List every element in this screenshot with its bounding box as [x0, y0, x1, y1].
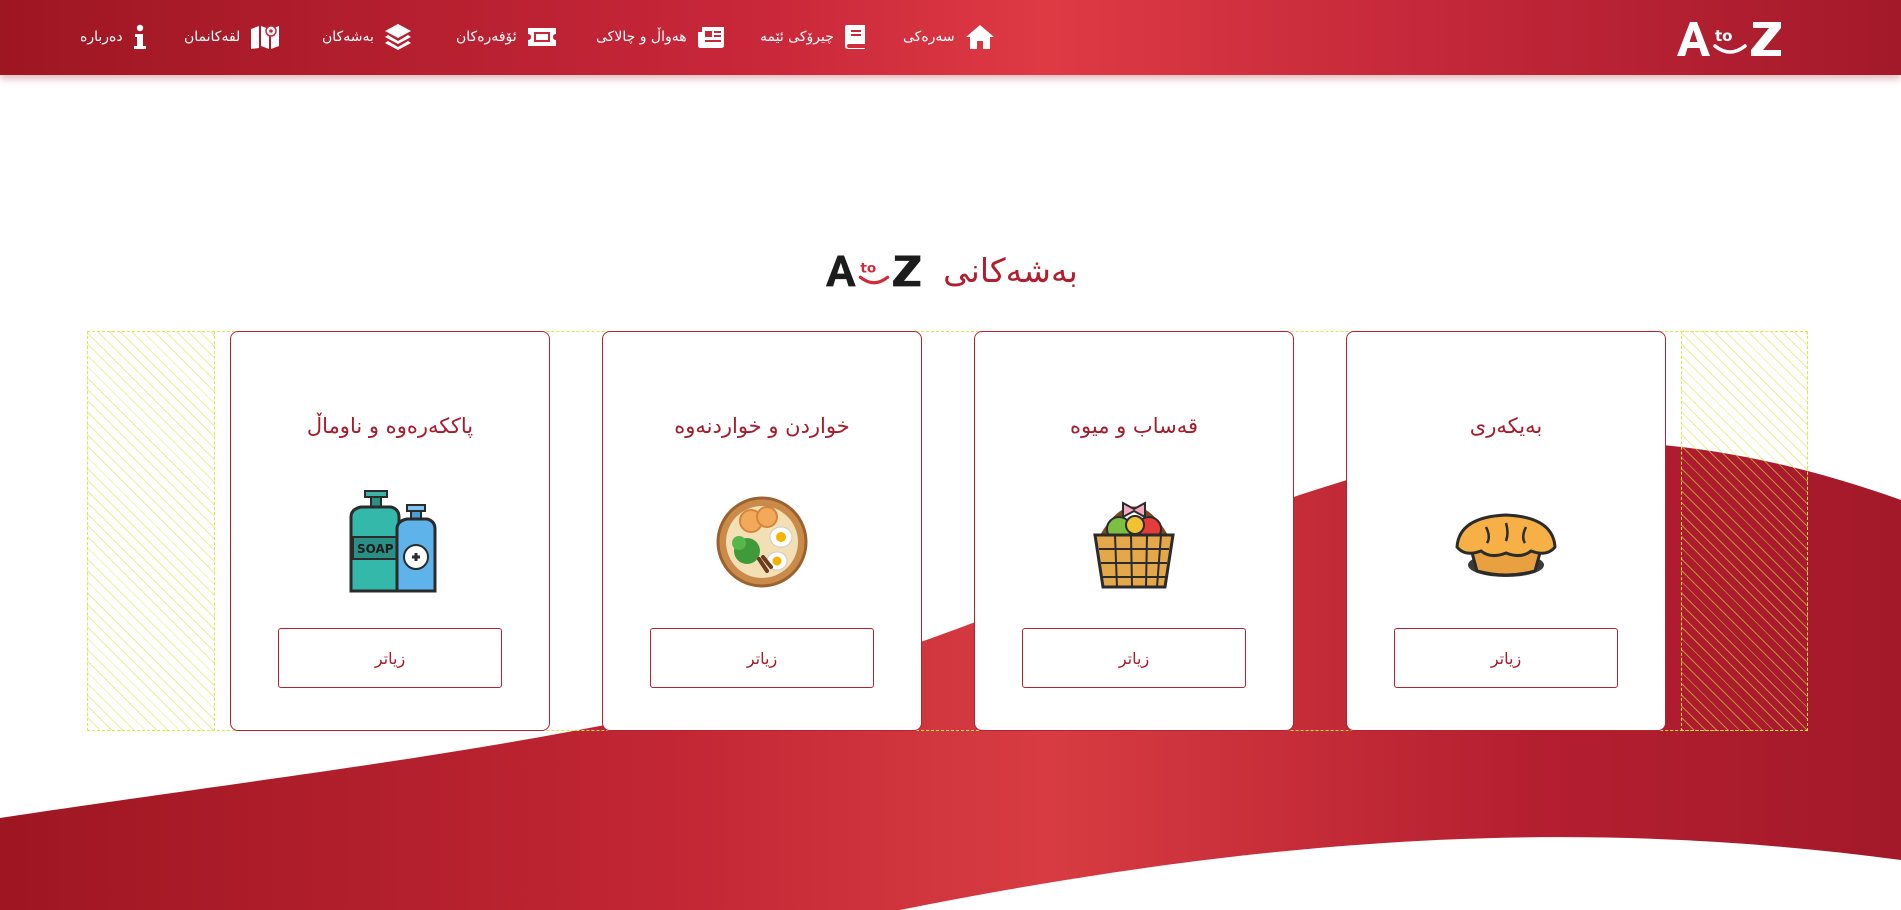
nav-departments[interactable]: بەشەکان	[322, 18, 412, 56]
nav-home[interactable]: سەرەکی	[903, 18, 995, 56]
svg-text:to: to	[1715, 27, 1732, 45]
card-title: خواردن و خواردنەوە	[674, 414, 850, 438]
card-title: پاککەرەوە و ناوماڵ	[306, 414, 474, 438]
nav-home-label: سەرەکی	[903, 29, 955, 45]
nav-branches-label: لقەکانمان	[184, 29, 241, 45]
department-card-bakery: بەیکەری زیاتر	[1346, 331, 1666, 731]
nav-news-label: هەواڵ و چالاکی	[596, 29, 687, 45]
more-button[interactable]: زیاتر	[650, 628, 874, 688]
nav-about[interactable]: دەربارە	[80, 18, 147, 56]
nav-branches[interactable]: لقەکانمان	[184, 18, 280, 56]
more-button[interactable]: زیاتر	[1022, 628, 1246, 688]
card-title: قەساب و میوە	[1070, 414, 1198, 438]
food-bowl-icon	[716, 496, 808, 588]
carousel-prev-area[interactable]	[87, 331, 215, 731]
carousel-next-area[interactable]	[1681, 331, 1808, 731]
atoz-logo-dark: to	[825, 255, 921, 287]
home-icon	[965, 25, 994, 49]
ticket-icon	[527, 28, 556, 46]
more-button[interactable]: زیاتر	[278, 628, 502, 688]
section-title: بەشەکانی	[943, 250, 1078, 290]
department-card-butcher-fruit: قەساب و میوە زیاتر	[974, 331, 1294, 731]
nav-offers-label: ئۆفەرەکان	[456, 29, 517, 45]
map-icon	[251, 25, 280, 49]
svg-text:to: to	[861, 261, 877, 277]
info-icon	[133, 24, 146, 49]
departments-heading: to بەشەکانی	[0, 240, 1901, 300]
nav-our-story[interactable]: چیرۆکی ئێمە	[760, 18, 866, 56]
department-card-food-drinks: خواردن و خواردنەوە زیاتر	[602, 331, 922, 731]
layers-icon	[384, 24, 411, 50]
atoz-logo[interactable]: to	[1675, 16, 1785, 60]
svg-text:SOAP: SOAP	[357, 542, 394, 556]
department-card-cleaning-household: پاککەرەوە و ناوماڵ SOAP زیاتر	[230, 331, 550, 731]
nav-about-label: دەربارە	[80, 29, 123, 45]
card-title: بەیکەری	[1469, 414, 1543, 438]
pie-icon	[1455, 513, 1557, 577]
soap-bottles-icon: SOAP	[349, 490, 437, 593]
more-button[interactable]: زیاتر	[1394, 628, 1618, 688]
nav-news[interactable]: هەواڵ و چالاکی	[596, 18, 725, 56]
book-icon	[844, 25, 865, 49]
nav-our-story-label: چیرۆکی ئێمە	[760, 29, 834, 45]
nav-departments-label: بەشەکان	[322, 29, 374, 45]
nav-offers[interactable]: ئۆفەرەکان	[456, 18, 557, 56]
fruit-basket-icon	[1093, 501, 1175, 589]
top-navbar: to سەرەکی چیرۆکی ئێمە هەواڵ و چالاکی ئۆف…	[0, 0, 1901, 75]
newspaper-icon	[697, 27, 724, 48]
